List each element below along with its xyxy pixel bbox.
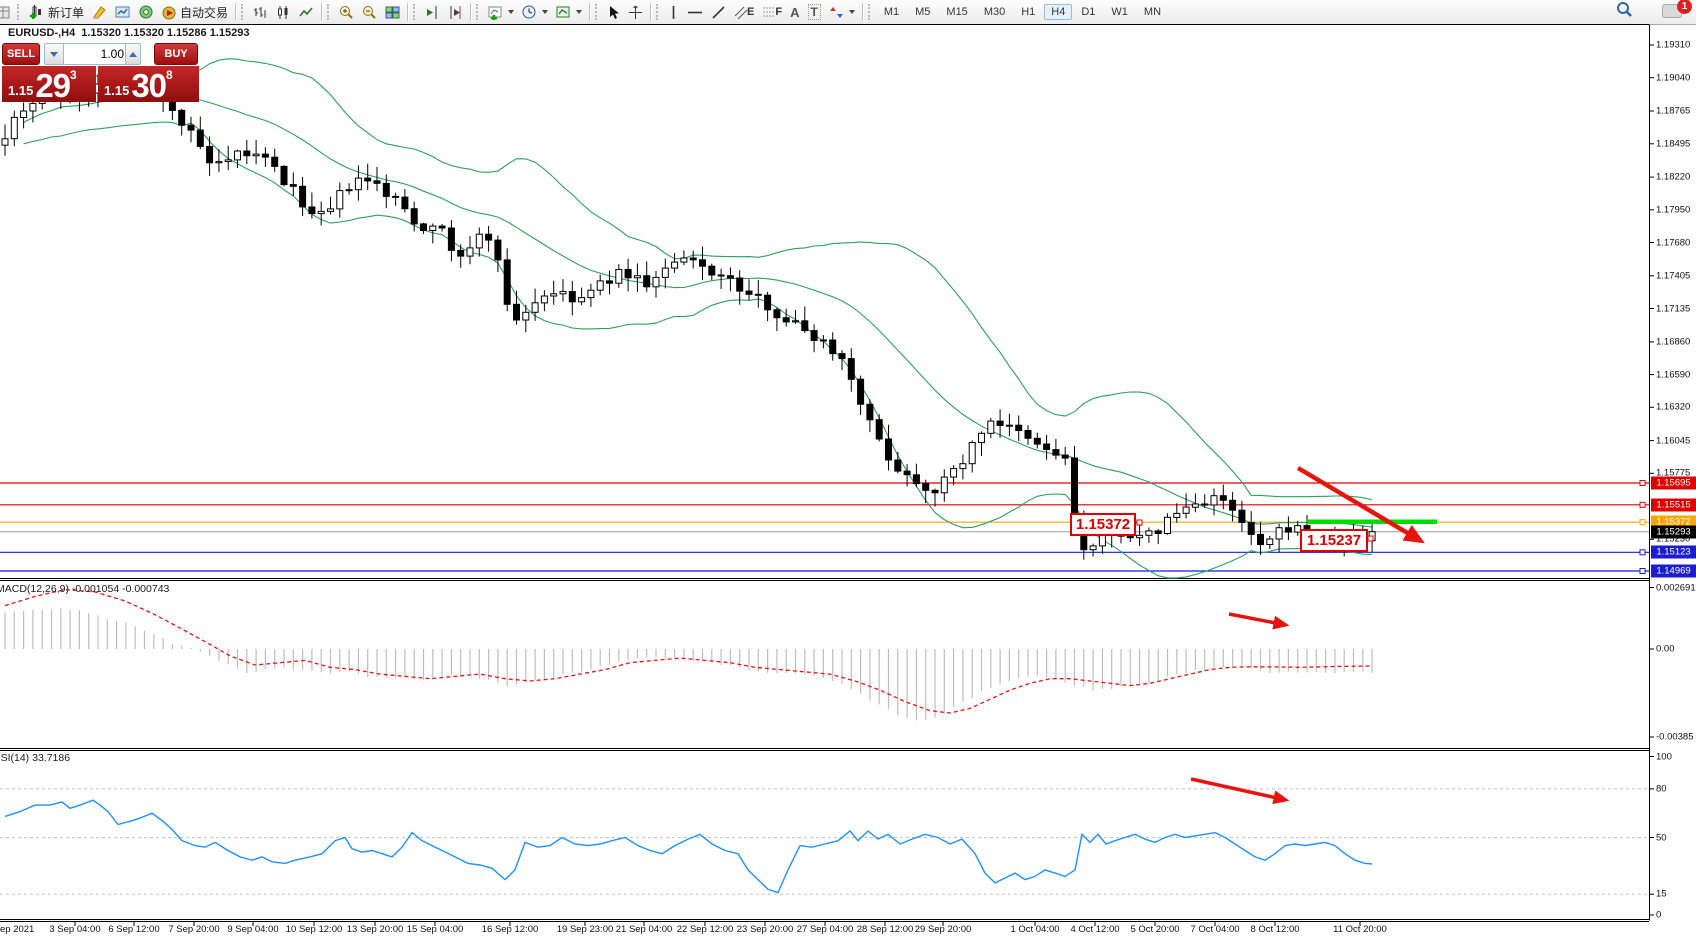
buy-price-prefix: 1.15 — [104, 83, 129, 98]
sell-price-point: 3 — [70, 68, 77, 82]
support-annotation-2[interactable]: 1.15237 — [1300, 529, 1368, 552]
sell-price-prefix: 1.15 — [8, 83, 33, 98]
green-support-zone[interactable] — [1307, 520, 1437, 525]
price-line-label: 1.15515 — [1651, 498, 1696, 511]
volume-input[interactable] — [63, 43, 129, 65]
buy-price-point: 8 — [166, 68, 173, 82]
price-line-label: 1.15293 — [1651, 525, 1696, 538]
chevron-down-icon — [50, 52, 58, 57]
price-line-label: 1.15123 — [1651, 546, 1696, 559]
buy-price-display[interactable]: 1.15 30 8 — [98, 66, 199, 102]
macd-label: MACD(12,26,9) -0.001054 -0.000743 — [0, 583, 169, 595]
one-click-trading-panel: SELL BUY 1.15 29 3 1.15 30 8 — [2, 43, 196, 101]
volume-increase-button[interactable] — [125, 43, 141, 65]
ohlc-values: 1.15320 1.15320 1.15286 1.15293 — [81, 27, 249, 39]
sell-price-pips: 29 — [35, 71, 70, 101]
chart-canvas[interactable] — [0, 0, 1696, 940]
symbol-timeframe: EURUSD-,H4 — [8, 27, 75, 39]
sell-price-display[interactable]: 1.15 29 3 — [2, 66, 96, 102]
chevron-up-icon — [129, 52, 137, 57]
mt4-window: 新订单 自动交易 — [0, 0, 1696, 940]
chart-header: EURUSD-,H4 1.15320 1.15320 1.15286 1.1529… — [8, 27, 255, 39]
price-line-label: 1.14969 — [1651, 565, 1696, 578]
sell-button[interactable]: SELL — [2, 43, 40, 65]
buy-button[interactable]: BUY — [154, 43, 198, 65]
rsi-label: RSI(14) 33.7186 — [0, 752, 70, 764]
volume-decrease-button[interactable] — [44, 43, 64, 65]
buy-price-pips: 30 — [131, 71, 166, 101]
support-annotation-1[interactable]: 1.15372 — [1070, 513, 1136, 536]
price-line-label: 1.15695 — [1651, 477, 1696, 490]
rsi-value: 33.7186 — [32, 752, 70, 764]
macd-values: -0.001054 -0.000743 — [72, 583, 170, 595]
